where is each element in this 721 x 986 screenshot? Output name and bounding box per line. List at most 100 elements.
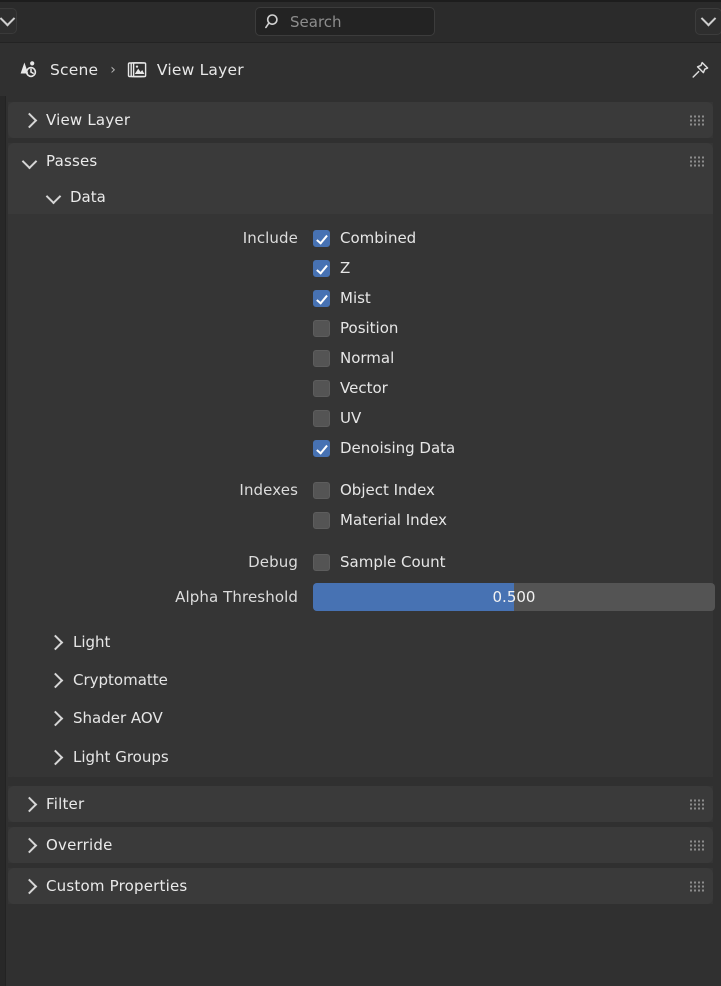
panel-filter: Filter	[8, 786, 713, 822]
top-hairline	[0, 0, 721, 2]
checkbox-box-vector	[313, 379, 330, 397]
panel-title-passes: Passes	[46, 152, 98, 170]
checkbox-vector[interactable]: Vector	[313, 379, 388, 397]
checkbox-object-index[interactable]: Object Index	[313, 481, 435, 499]
panel-view-layer: View Layer	[8, 102, 713, 138]
chevron-right-icon	[47, 710, 64, 726]
pin-icon	[692, 61, 709, 78]
search-input[interactable]	[290, 12, 420, 31]
panel-header-passes[interactable]: Passes	[8, 143, 713, 179]
breadcrumb-view-layer-label[interactable]: View Layer	[157, 61, 244, 79]
group-label-include: Include	[242, 229, 298, 247]
checkbox-box-z	[313, 259, 330, 277]
checkbox-box-combined	[313, 229, 330, 247]
subpanel-title-light: Light	[73, 633, 111, 651]
checkbox-label-z: Z	[340, 259, 351, 277]
chevron-right-icon	[47, 749, 64, 765]
chevron-down-icon	[45, 188, 62, 205]
chevron-right-icon	[21, 837, 38, 853]
subpanel-header-data[interactable]: Data	[8, 179, 713, 214]
property-row-alpha-threshold: Alpha Threshold 0.500	[8, 583, 715, 611]
panel-header-override[interactable]: Override	[8, 827, 713, 863]
chevron-right-icon	[21, 796, 38, 812]
checkbox-label-vector: Vector	[340, 379, 388, 397]
subpanel-title-data: Data	[70, 187, 106, 206]
checkbox-box-normal	[313, 349, 330, 367]
subpanel-light-groups[interactable]: Light Groups	[8, 737, 713, 777]
panel-body-passes: Data Include Combined Z Mist Position No…	[8, 179, 715, 777]
subpanel-body-data: Include Combined Z Mist Position Normal …	[8, 214, 715, 623]
property-row-normal: Normal	[8, 343, 713, 373]
checkbox-label-uv: UV	[340, 409, 362, 427]
checkbox-box-uv	[313, 409, 330, 427]
checkbox-box-sample-count	[313, 553, 330, 571]
subpanel-cryptomatte[interactable]: Cryptomatte	[8, 661, 713, 699]
label-alpha-threshold: Alpha Threshold	[175, 588, 298, 606]
checkbox-normal[interactable]: Normal	[313, 349, 394, 367]
checkbox-label-sample-count: Sample Count	[340, 553, 446, 571]
panel-title-custom-properties: Custom Properties	[46, 877, 188, 895]
checkbox-label-position: Position	[340, 319, 399, 337]
breadcrumb-scene-label[interactable]: Scene	[50, 61, 98, 79]
breadcrumb: Scene › View Layer	[0, 43, 721, 96]
checkbox-material-index[interactable]: Material Index	[313, 511, 447, 529]
view-layer-images-icon	[127, 61, 147, 77]
checkbox-sample-count[interactable]: Sample Count	[313, 553, 446, 571]
checkbox-label-object-index: Object Index	[340, 481, 435, 499]
checkbox-denoising-data[interactable]: Denoising Data	[313, 439, 455, 457]
chevron-right-icon	[21, 878, 38, 894]
drag-grip-icon[interactable]	[690, 156, 704, 167]
checkbox-mist[interactable]: Mist	[313, 289, 371, 307]
property-row-uv: UV	[8, 403, 713, 433]
chevron-down-icon	[0, 10, 16, 26]
chevron-right-icon	[47, 634, 64, 650]
search-box[interactable]	[255, 7, 435, 36]
property-row-object-index: Indexes Object Index	[8, 475, 713, 505]
panel-passes: Passes Data Include Combined Z Mist Posi…	[8, 143, 715, 777]
editor-type-dropdown-left[interactable]	[0, 8, 17, 34]
property-row-vector: Vector	[8, 373, 713, 403]
drag-grip-icon[interactable]	[690, 115, 704, 126]
property-row-combined: Include Combined	[8, 223, 713, 253]
checkbox-label-mist: Mist	[340, 289, 371, 307]
subpanel-shader-aov[interactable]: Shader AOV	[8, 699, 713, 737]
editor-left-edge	[0, 0, 6, 986]
drag-grip-icon[interactable]	[690, 799, 704, 810]
property-row-z: Z	[8, 253, 713, 283]
property-row-denoising-data: Denoising Data	[8, 433, 713, 463]
subpanel-title-light-groups: Light Groups	[73, 748, 169, 766]
chevron-right-icon	[21, 112, 38, 128]
slider-alpha-threshold[interactable]: 0.500	[313, 583, 715, 611]
panel-override: Override	[8, 827, 713, 863]
checkbox-label-normal: Normal	[340, 349, 395, 367]
property-row-sample-count: Debug Sample Count	[8, 547, 713, 577]
drag-grip-icon[interactable]	[690, 881, 704, 892]
property-row-mist: Mist	[8, 283, 713, 313]
checkbox-uv[interactable]: UV	[313, 409, 361, 427]
checkbox-position[interactable]: Position	[313, 319, 398, 337]
panel-header-view-layer[interactable]: View Layer	[8, 102, 713, 138]
chevron-down-icon	[700, 10, 717, 27]
subpanel-title-shader-aov: Shader AOV	[73, 709, 163, 727]
panel-title-view-layer: View Layer	[46, 111, 131, 129]
pin-id-button[interactable]	[686, 56, 714, 84]
panel-title-override: Override	[46, 836, 113, 854]
panel-header-custom-properties[interactable]: Custom Properties	[8, 868, 713, 904]
checkbox-box-mist	[313, 289, 330, 307]
breadcrumb-separator: ›	[110, 61, 116, 78]
panel-custom-properties: Custom Properties	[8, 868, 713, 904]
checkbox-z[interactable]: Z	[313, 259, 350, 277]
panel-header-filter[interactable]: Filter	[8, 786, 713, 822]
property-row-position: Position	[8, 313, 713, 343]
checkbox-box-position	[313, 319, 330, 337]
drag-grip-icon[interactable]	[690, 840, 704, 851]
subpanel-light[interactable]: Light	[8, 623, 713, 661]
scene-icon	[20, 60, 37, 77]
panel-title-filter: Filter	[46, 795, 85, 813]
checkbox-combined[interactable]: Combined	[313, 229, 416, 247]
search-icon	[265, 14, 278, 29]
properties-filter-dropdown[interactable]	[695, 8, 721, 35]
checkbox-box-object-index	[313, 481, 330, 499]
chevron-right-icon	[47, 672, 64, 688]
